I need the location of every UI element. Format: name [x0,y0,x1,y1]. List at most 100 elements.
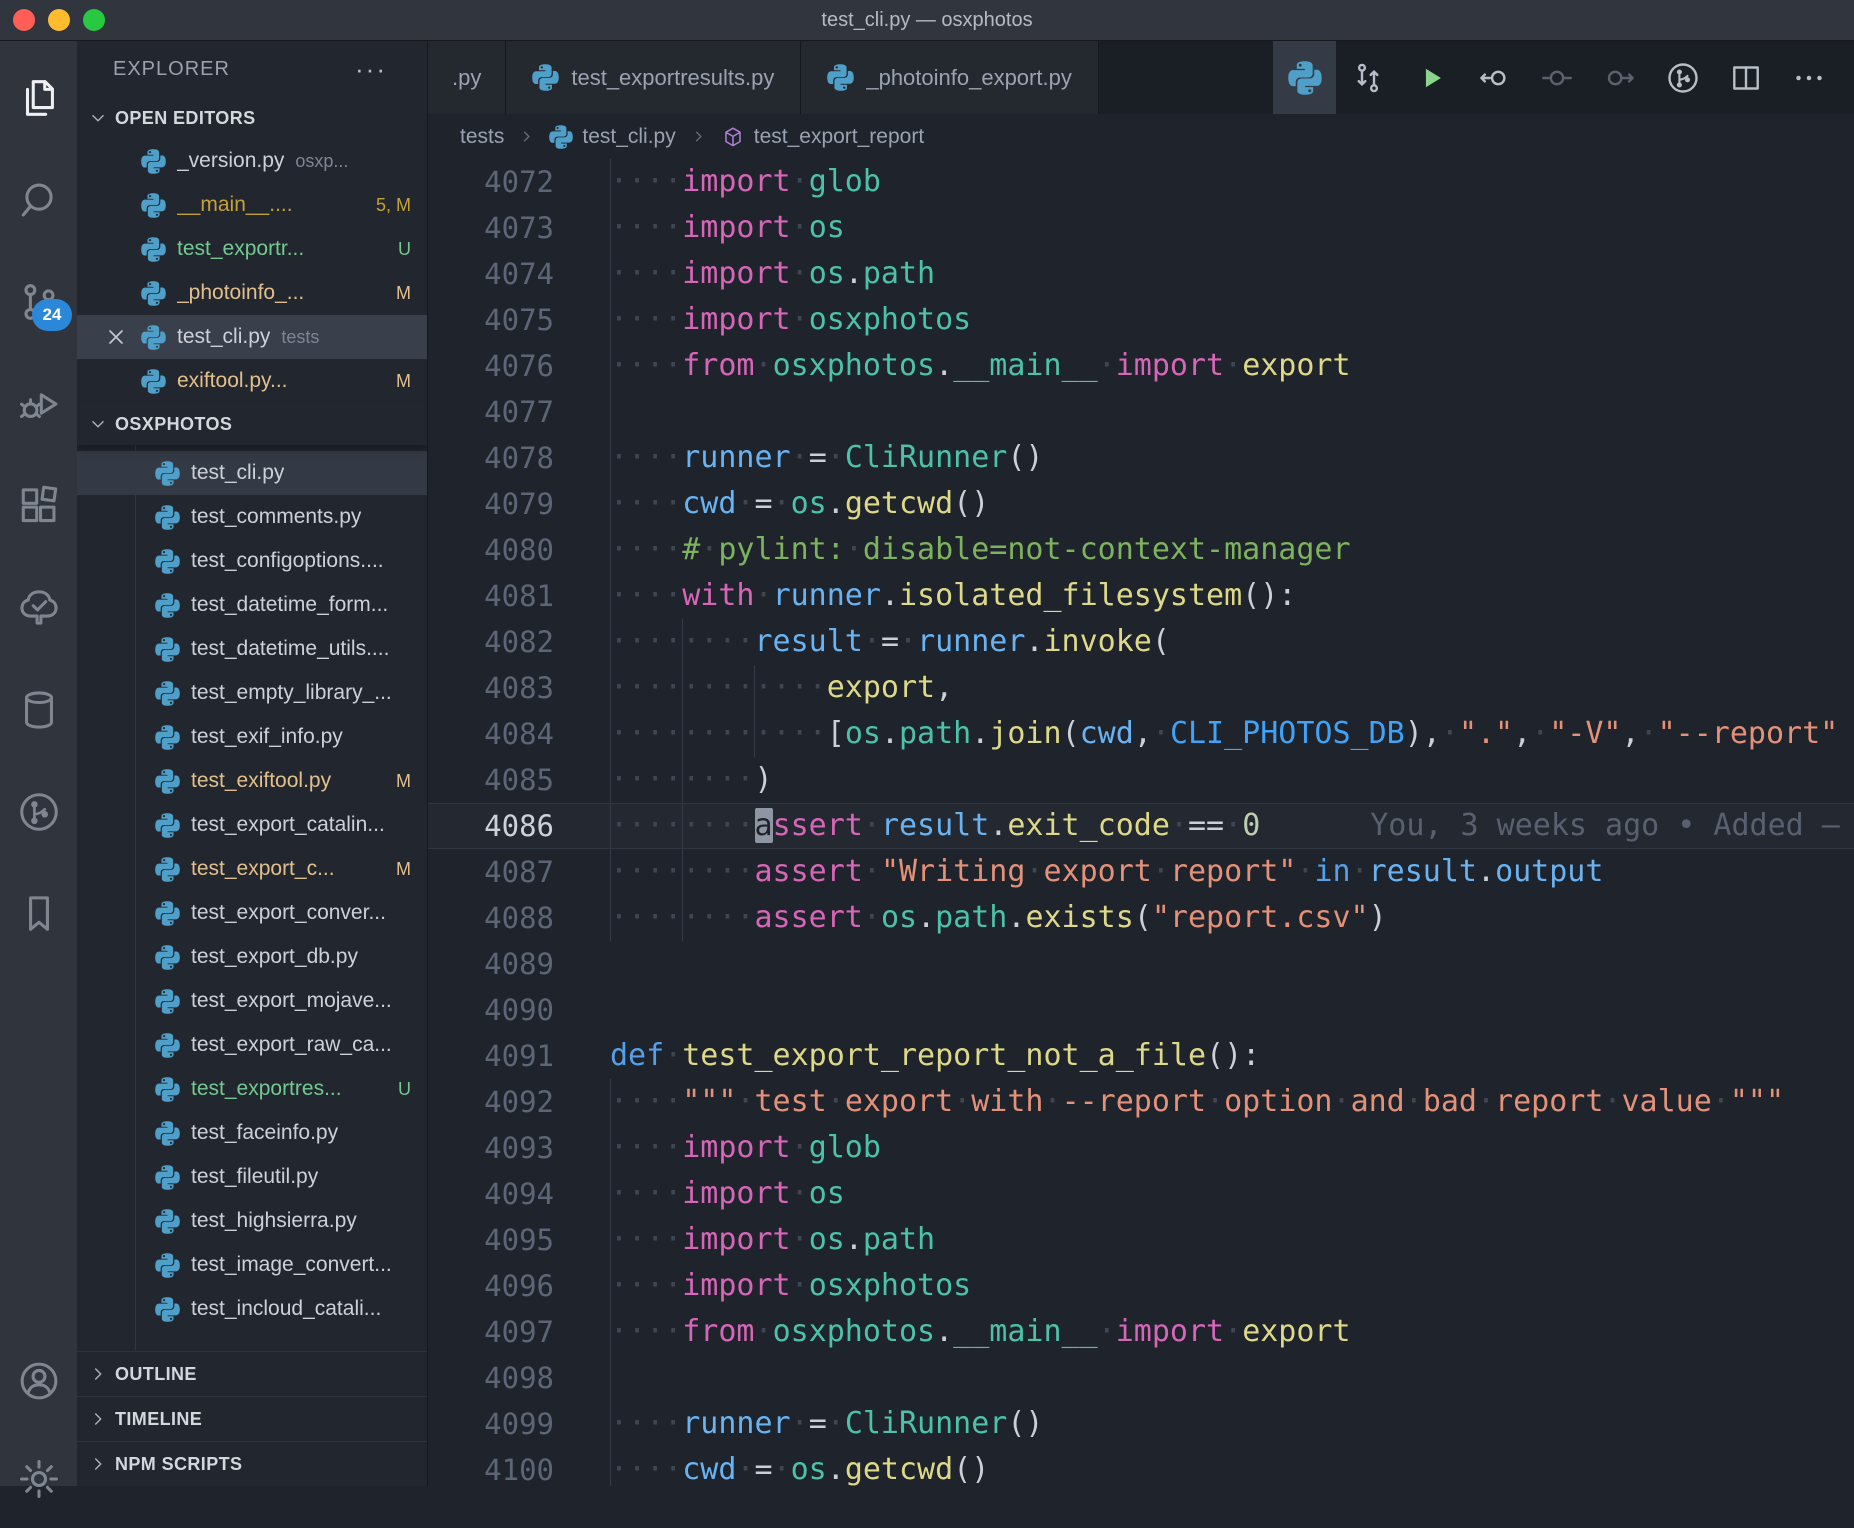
activity-item-bookmarks[interactable] [0,863,77,965]
tab-label: _photoinfo_export.py [866,65,1072,91]
code-line[interactable]: 4085········) [428,757,1854,803]
code-token: os [809,210,845,245]
activity-item-settings[interactable] [0,1430,77,1528]
code-line[interactable]: 4094····import·os [428,1171,1854,1217]
code-line[interactable]: 4084············[os.path.join(cwd,·CLI_P… [428,711,1854,757]
activity-item-gitlens[interactable] [0,761,77,863]
section-header-label: NPM SCRIPTS [115,1454,242,1475]
code-token: invoke [1044,624,1152,659]
tree-item[interactable]: test_export_c...M [77,847,427,891]
code-line[interactable]: 4075····import·osxphotos [428,297,1854,343]
reverse-continue-button[interactable] [1462,41,1525,114]
code-line[interactable]: 4077 [428,389,1854,435]
tab-test-exportresults-py[interactable]: test_exportresults.py [506,41,801,114]
code-line[interactable]: 4092····"""·test·export·with·--report·op… [428,1079,1854,1125]
code-line[interactable]: 4088········assert·os.path.exists("repor… [428,895,1854,941]
breadcrumb-item[interactable]: tests [460,125,504,149]
code-line[interactable]: 4089 [428,941,1854,987]
run-above-button[interactable] [1588,41,1651,114]
open-editor-item[interactable]: test_exportr...U [77,227,427,271]
tree-item[interactable]: test_fileutil.py [77,1155,427,1199]
code-line[interactable]: 4099····runner·=·CliRunner() [428,1401,1854,1447]
close-icon[interactable] [103,324,129,350]
tree-item[interactable]: test_export_catalin... [77,803,427,847]
minimize-button[interactable] [48,9,70,31]
section-header-timeline[interactable]: TIMELINE [77,1396,427,1441]
code-line[interactable]: 4072····import·glob [428,159,1854,205]
activity-item-database[interactable] [0,659,77,761]
tree-item[interactable]: test_configoptions.... [77,539,427,583]
code-line[interactable]: 4076····from·osxphotos.__main__·import·e… [428,343,1854,389]
run-below-button[interactable] [1525,41,1588,114]
open-editor-item[interactable]: __main__....5, M [77,183,427,227]
tab--photoinfo-export-py[interactable]: _photoinfo_export.py [801,41,1099,114]
section-header-npm-scripts[interactable]: NPM SCRIPTS [77,1441,427,1486]
python-interpreter-button[interactable] [1273,41,1336,114]
code-line[interactable]: 4082········result·=·runner.invoke( [428,619,1854,665]
activity-item-run-and-debug[interactable] [0,353,77,455]
tree-item[interactable]: test_exportres...U [77,1067,427,1111]
tree-item[interactable]: test_cli.py [77,451,427,495]
tree-item[interactable]: test_datetime_form... [77,583,427,627]
tree-item[interactable]: test_export_raw_ca... [77,1023,427,1067]
tree-item[interactable]: test_export_conver... [77,891,427,935]
code-line[interactable]: 4079····cwd·=·os.getcwd() [428,481,1854,527]
code-line[interactable]: 4073····import·os [428,205,1854,251]
code-line[interactable]: 4096····import·osxphotos [428,1263,1854,1309]
code-line[interactable]: 4093····import·glob [428,1125,1854,1171]
zoom-button[interactable] [83,9,105,31]
code-line[interactable]: 4083············export, [428,665,1854,711]
compare-changes-button[interactable] [1336,41,1399,114]
code-line[interactable]: 4081····with·runner.isolated_filesystem(… [428,573,1854,619]
open-editor-item[interactable]: test_cli.pytests [77,315,427,359]
tree-item[interactable]: test_highsierra.py [77,1199,427,1243]
code-line[interactable]: 4098 [428,1355,1854,1401]
more-actions-button[interactable] [1777,41,1840,114]
code-line[interactable]: 4078····runner·=·CliRunner() [428,435,1854,481]
tree-item[interactable]: test_comments.py [77,495,427,539]
open-editor-item[interactable]: _version.pyosxp... [77,139,427,183]
code-token: (): [1242,578,1296,613]
breadcrumb-item[interactable]: test_cli.py [549,125,675,149]
breadcrumb-item[interactable]: test_export_report [721,125,924,149]
close-button[interactable] [13,9,35,31]
split-editor-button[interactable] [1714,41,1777,114]
tree-item[interactable]: test_exiftool.pyM [77,759,427,803]
tree-item[interactable]: test_export_mojave... [77,979,427,1023]
open-editor-item[interactable]: exiftool.py...M [77,359,427,403]
tree-item[interactable]: test_datetime_utils.... [77,627,427,671]
run-python-file-button[interactable] [1399,41,1462,114]
open-editors-header[interactable]: OPEN EDITORS [77,97,427,139]
code-line[interactable]: 4100····cwd·=·os.getcwd() [428,1447,1854,1486]
tree-item[interactable]: test_export_db.py [77,935,427,979]
code-editor[interactable]: 4072····import·glob4073····import·os4074… [428,159,1854,1486]
code-token: os [845,716,881,751]
activity-item-accounts[interactable] [0,1332,77,1430]
tree-item[interactable]: test_faceinfo.py [77,1111,427,1155]
code-line[interactable]: 4074····import·os.path [428,251,1854,297]
code-line[interactable]: 4080····#·pylint:·disable=not-context-ma… [428,527,1854,573]
git-graph-button[interactable] [1651,41,1714,114]
activity-item-test-explorer[interactable] [0,557,77,659]
activity-item-extensions[interactable] [0,455,77,557]
git-blame-annotation: You, 3 weeks ago • Added – [1370,808,1840,843]
activity-item-source-control[interactable]: 24 [0,251,77,353]
code-line[interactable]: 4086········assert·result.exit_code·==·0… [428,803,1854,849]
tab--py[interactable]: .py [428,41,506,114]
tree-item[interactable]: test_empty_library_... [77,671,427,715]
project-section-header[interactable]: OSXPHOTOS [77,403,427,445]
activity-item-explorer[interactable] [0,47,77,149]
activity-item-search[interactable] [0,149,77,251]
open-editor-item[interactable]: _photoinfo_...M [77,271,427,315]
code-line[interactable]: 4091def·test_export_report_not_a_file(): [428,1033,1854,1079]
code-token: export [827,670,935,705]
tree-item[interactable]: test_exif_info.py [77,715,427,759]
code-line[interactable]: 4095····import·os.path [428,1217,1854,1263]
sidebar-more-actions-icon[interactable]: ··· [355,54,387,85]
tree-item[interactable]: test_image_convert... [77,1243,427,1287]
code-line[interactable]: 4090 [428,987,1854,1033]
code-line[interactable]: 4097····from·osxphotos.__main__·import·e… [428,1309,1854,1355]
section-header-outline[interactable]: OUTLINE [77,1351,427,1396]
code-line[interactable]: 4087········assert·"Writing·export·repor… [428,849,1854,895]
tree-item[interactable]: test_incloud_catali... [77,1287,427,1331]
